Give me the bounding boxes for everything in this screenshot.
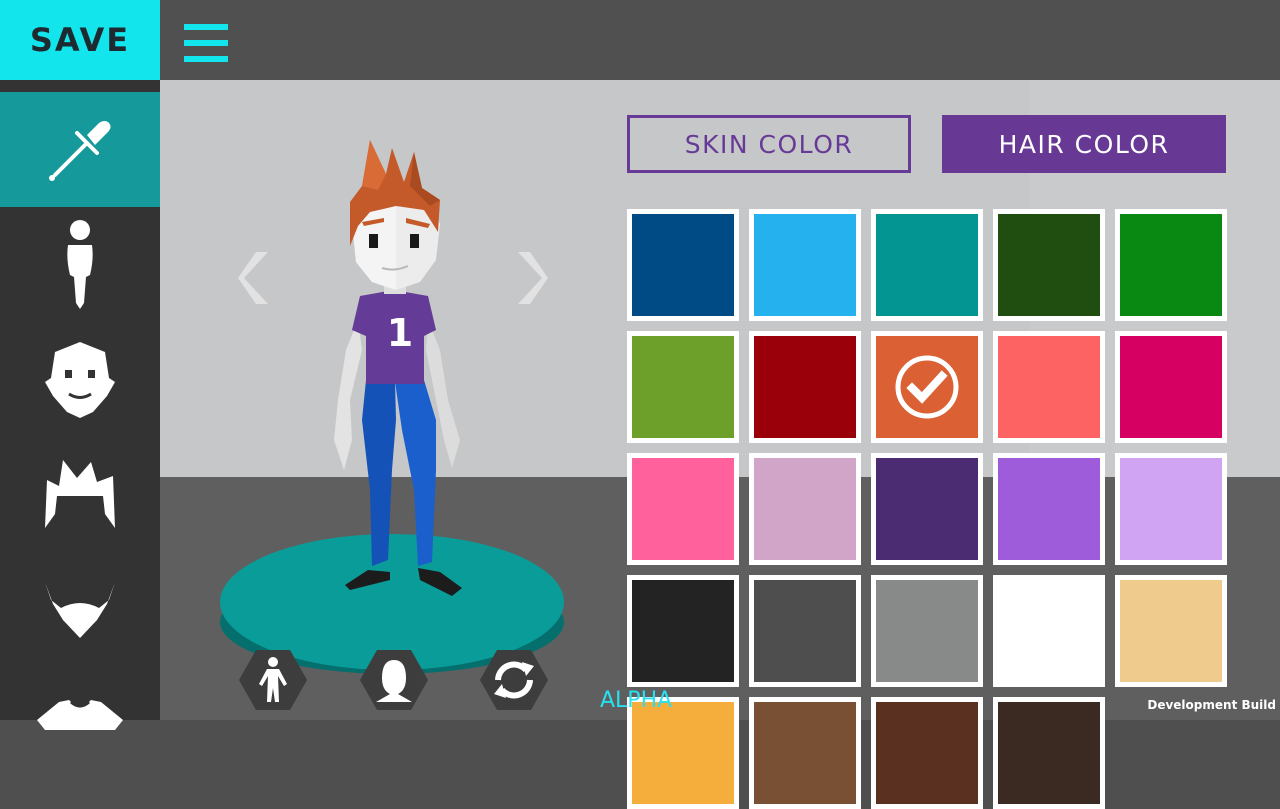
eyedropper-icon	[49, 120, 111, 181]
color-swatch[interactable]	[871, 209, 983, 321]
rotate-right-arrow-icon[interactable]	[512, 250, 548, 306]
color-swatch[interactable]	[627, 697, 739, 809]
color-swatch[interactable]	[993, 697, 1105, 809]
color-swatch[interactable]	[993, 209, 1105, 321]
sidebar-item-body[interactable]	[0, 207, 160, 322]
beard-icon	[45, 581, 115, 638]
tab-hair-color[interactable]: HAIR COLOR	[942, 115, 1226, 173]
rotate-left-arrow-icon[interactable]	[238, 250, 274, 306]
color-swatch[interactable]	[993, 575, 1105, 687]
color-swatch[interactable]	[871, 453, 983, 565]
color-swatch[interactable]	[993, 453, 1105, 565]
color-swatch[interactable]	[749, 697, 861, 809]
color-swatch[interactable]	[627, 453, 739, 565]
sidebar-item-face[interactable]	[0, 322, 160, 437]
color-swatch[interactable]	[749, 453, 861, 565]
color-swatch[interactable]	[1115, 453, 1227, 565]
color-swatch[interactable]	[993, 331, 1105, 443]
category-sidebar	[0, 80, 160, 730]
color-swatch[interactable]	[1115, 331, 1227, 443]
alpha-label: ALPHA	[600, 688, 673, 713]
randomize-button[interactable]	[480, 650, 548, 710]
face-icon	[45, 341, 115, 418]
color-swatch[interactable]	[749, 575, 861, 687]
color-swatch[interactable]	[749, 331, 861, 443]
sidebar-item-shirt[interactable]	[0, 667, 160, 782]
hair-icon	[45, 459, 115, 528]
color-swatch[interactable]	[871, 575, 983, 687]
checkmark-icon	[895, 355, 959, 419]
color-swatch[interactable]	[627, 331, 739, 443]
top-bar	[160, 0, 1280, 80]
body-icon	[67, 219, 93, 309]
color-swatch[interactable]	[1115, 209, 1227, 321]
sidebar-item-hair[interactable]	[0, 437, 160, 552]
sidebar-item-color[interactable]	[0, 92, 160, 207]
head-view-button[interactable]	[360, 650, 428, 710]
color-swatch[interactable]	[749, 209, 861, 321]
tab-skin-color[interactable]: SKIN COLOR	[627, 115, 911, 173]
full-body-view-button[interactable]	[239, 650, 307, 710]
color-swatch[interactable]	[1115, 575, 1227, 687]
color-swatch[interactable]	[871, 697, 983, 809]
color-swatch[interactable]	[627, 209, 739, 321]
shirt-icon	[37, 699, 123, 730]
save-button[interactable]: SAVE	[0, 0, 160, 80]
color-swatch[interactable]	[627, 575, 739, 687]
dev-build-label: Development Build	[1147, 698, 1276, 712]
menu-icon[interactable]	[184, 24, 228, 62]
color-swatch-selected[interactable]	[871, 331, 983, 443]
sidebar-item-beard[interactable]	[0, 552, 160, 667]
